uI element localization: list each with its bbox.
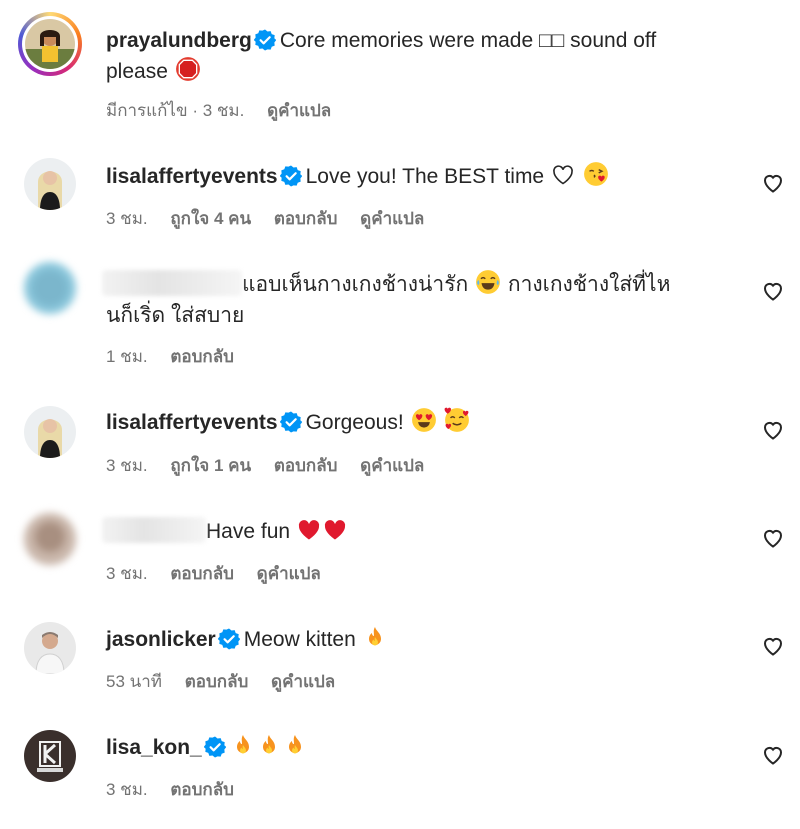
verified-badge-icon — [280, 165, 302, 187]
reply-button[interactable]: ตอบกลับ — [170, 780, 234, 799]
fire-emoji — [231, 734, 255, 758]
comment-time: 3 ชม. — [106, 456, 148, 475]
reply-button[interactable]: ตอบกลับ — [170, 347, 234, 366]
avatar[interactable] — [24, 730, 76, 782]
blurred-username — [102, 517, 206, 543]
comment-text: Core memories were made □□ sound off — [279, 29, 657, 52]
comment-text: Have fun — [206, 520, 291, 543]
comment-text-continued: please — [106, 60, 168, 83]
heart-outline-icon[interactable] — [761, 279, 785, 303]
comment-time: 53 นาที — [106, 672, 163, 691]
red-heart-emoji — [323, 518, 347, 542]
heart-eyes-emoji — [411, 407, 437, 433]
avatar[interactable] — [24, 622, 76, 674]
see-translation-button[interactable]: ดูคำแปล — [360, 209, 424, 228]
story-ring-avatar[interactable] — [18, 12, 82, 76]
comment-username[interactable]: lisalaffertyevents — [106, 411, 278, 434]
comment-time: 3 ชม. — [106, 564, 148, 583]
avatar[interactable] — [24, 262, 76, 314]
comment-text: แอบเห็นกางเกงช้างน่ารัก — [242, 273, 469, 296]
face-with-tears-of-joy-emoji — [475, 269, 501, 295]
verified-badge-icon — [254, 29, 276, 51]
heart-outline-icon[interactable] — [761, 418, 785, 442]
see-translation-button[interactable]: ดูคำแปล — [257, 564, 321, 583]
comment-time: 1 ชม. — [106, 347, 148, 366]
fire-emoji — [257, 734, 281, 758]
avatar[interactable] — [24, 406, 76, 458]
verified-badge-icon — [204, 736, 226, 758]
see-translation-button[interactable]: ดูคำแปล — [267, 101, 331, 120]
comment-text: Gorgeous! — [305, 411, 404, 434]
reply-button[interactable]: ตอบกลับ — [274, 456, 338, 475]
likes-count[interactable]: ถูกใจ 4 คน — [170, 209, 251, 228]
avatar — [25, 19, 75, 69]
blurred-username — [102, 270, 242, 296]
reply-button[interactable]: ตอบกลับ — [185, 672, 249, 691]
verified-badge-icon — [280, 411, 302, 433]
comment-edited-time: มีการแก้ไข · 3 ชม. — [106, 101, 245, 120]
comment-text: Meow kitten — [243, 628, 356, 651]
white-heart-emoji — [553, 165, 573, 185]
comment-text: Love you! The BEST time — [305, 165, 545, 188]
heart-outline-icon[interactable] — [761, 743, 785, 767]
comment-username[interactable]: lisa_kon_ — [106, 736, 202, 759]
avatar[interactable] — [24, 158, 76, 210]
likes-count[interactable]: ถูกใจ 1 คน — [170, 456, 251, 475]
comment-text-part2: กางเกงช้างใส่ที่ไห — [507, 273, 671, 296]
fire-emoji — [283, 734, 307, 758]
face-blowing-kiss-emoji — [583, 161, 609, 187]
avatar[interactable] — [24, 513, 76, 565]
verified-badge-icon — [218, 628, 240, 650]
fire-emoji — [363, 626, 387, 650]
smiling-face-with-hearts-emoji — [444, 407, 470, 433]
see-translation-button[interactable]: ดูคำแปล — [360, 456, 424, 475]
comment-username[interactable]: jasonlicker — [106, 628, 216, 651]
reply-button[interactable]: ตอบกลับ — [274, 209, 338, 228]
comment-username[interactable]: prayalundberg — [106, 29, 252, 52]
stop-sign-emoji — [175, 57, 200, 81]
heart-outline-icon[interactable] — [761, 171, 785, 195]
reply-button[interactable]: ตอบกลับ — [170, 564, 234, 583]
heart-outline-icon[interactable] — [761, 634, 785, 658]
comment-time: 3 ชม. — [106, 209, 148, 228]
comment-username[interactable]: lisalaffertyevents — [106, 165, 278, 188]
comment-time: 3 ชม. — [106, 780, 148, 799]
heart-outline-icon[interactable] — [761, 526, 785, 550]
red-heart-emoji — [297, 518, 321, 542]
see-translation-button[interactable]: ดูคำแปล — [271, 672, 335, 691]
comment-text-continued: นก็เริ่ด ใส่สบาย — [106, 304, 245, 327]
